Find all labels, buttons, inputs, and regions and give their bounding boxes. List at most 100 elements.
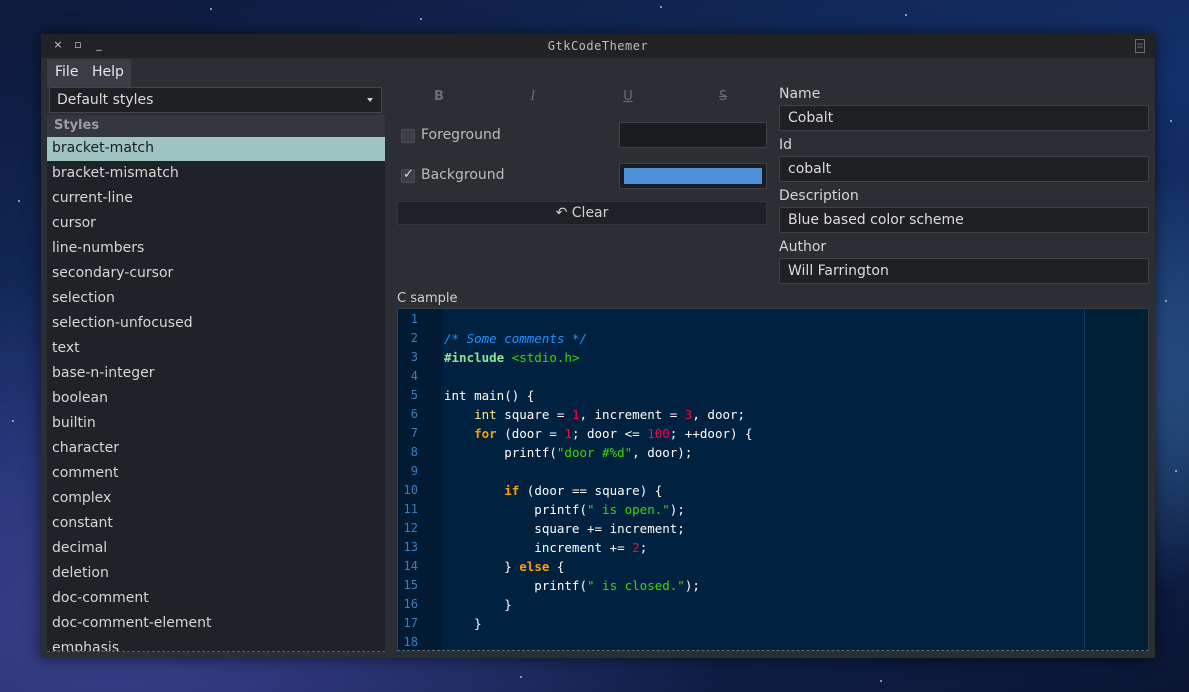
star bbox=[660, 6, 662, 8]
background-label: Background bbox=[421, 167, 505, 183]
background-color-button[interactable] bbox=[619, 163, 767, 189]
style-list-item-label: current-line bbox=[52, 190, 133, 206]
style-list-item[interactable]: decimal bbox=[47, 537, 385, 561]
styles-list: Styles bracket-match bracket-mismatch curr… bbox=[47, 115, 385, 652]
code-line: int main() { bbox=[444, 388, 534, 403]
style-list-item-label: emphasis bbox=[52, 640, 120, 652]
code-token: for bbox=[474, 426, 497, 441]
code-token: increment += bbox=[444, 540, 633, 555]
code-sample-editor[interactable]: 1 2 3 4 5 6 7 8 9 10 11 12 13 14 15 16 17 18 /* Some comm… bbox=[397, 308, 1149, 651]
code-line: printf("door #%d", door); bbox=[444, 445, 692, 460]
style-list-item[interactable]: selection bbox=[47, 287, 385, 311]
strikethrough-button[interactable]: S bbox=[713, 89, 733, 107]
style-list-item[interactable]: selection-unfocused bbox=[47, 312, 385, 336]
style-list-item[interactable]: base-n-integer bbox=[47, 362, 385, 386]
app-menu-icon[interactable] bbox=[1135, 39, 1145, 53]
style-list-item[interactable]: comment bbox=[47, 462, 385, 486]
code-token: else bbox=[519, 559, 550, 574]
code-token: } bbox=[444, 597, 512, 612]
style-list-item[interactable]: character bbox=[47, 437, 385, 461]
foreground-color-button[interactable] bbox=[619, 122, 767, 148]
code-line: } bbox=[444, 597, 512, 612]
code-token: } bbox=[444, 616, 482, 631]
style-list-item-label: builtin bbox=[52, 415, 96, 431]
style-list-item[interactable]: deletion bbox=[47, 562, 385, 586]
style-list-item[interactable]: text bbox=[47, 337, 385, 361]
author-field[interactable] bbox=[779, 258, 1149, 284]
id-input[interactable] bbox=[780, 157, 1148, 181]
code-token: #include bbox=[444, 350, 512, 365]
background-checkbox[interactable]: ✓ bbox=[401, 167, 415, 183]
italic-button[interactable]: I bbox=[523, 89, 543, 107]
style-list-item-label: boolean bbox=[52, 390, 108, 406]
code-token: main() { bbox=[466, 388, 535, 403]
title-bar: × ▫ _ GtkCodeThemer bbox=[41, 34, 1155, 58]
author-label: Author bbox=[779, 239, 827, 255]
line-number: 13 bbox=[403, 540, 418, 554]
style-list-item-label: line-numbers bbox=[52, 240, 145, 256]
id-field[interactable] bbox=[779, 156, 1149, 182]
style-list-item-label: decimal bbox=[52, 540, 108, 556]
style-list-item-label: bracket-match bbox=[52, 140, 154, 156]
style-list-item[interactable]: current-line bbox=[47, 187, 385, 211]
style-list-item-label: bracket-mismatch bbox=[52, 165, 179, 181]
author-input[interactable] bbox=[780, 259, 1148, 283]
code-token: 100 bbox=[647, 426, 670, 441]
code-token: , door; bbox=[692, 407, 746, 422]
code-line: int square = 1, increment = 3, door; bbox=[444, 407, 745, 422]
style-list-item-label: doc-comment-element bbox=[52, 615, 212, 631]
code-token: "door #%d" bbox=[556, 445, 633, 460]
clear-button-label: Clear bbox=[571, 205, 609, 221]
menu-bar: File Help bbox=[47, 59, 131, 87]
sample-label: C sample bbox=[397, 291, 458, 306]
style-list-item[interactable]: builtin bbox=[47, 412, 385, 436]
style-list-item[interactable]: bracket-mismatch bbox=[47, 162, 385, 186]
style-list-item[interactable]: doc-comment-element bbox=[47, 612, 385, 636]
name-field[interactable] bbox=[779, 105, 1149, 131]
menu-help[interactable]: Help bbox=[92, 64, 124, 80]
code-token: square = bbox=[496, 407, 572, 422]
menu-file[interactable]: File bbox=[55, 64, 78, 80]
code-line: } else { bbox=[444, 559, 564, 574]
line-number: 4 bbox=[410, 369, 418, 383]
code-token: 2 bbox=[632, 540, 640, 555]
style-list-item-label: doc-comment bbox=[52, 590, 149, 606]
line-number: 10 bbox=[403, 483, 418, 497]
code-line: for (door = 1; door <= 100; ++door) { bbox=[444, 426, 752, 441]
app-window: × ▫ _ GtkCodeThemer File Help Default st… bbox=[41, 34, 1155, 658]
clear-button[interactable]: ↶ Clear bbox=[397, 201, 767, 225]
style-list-item-label: character bbox=[52, 440, 120, 456]
code-token: " is open." bbox=[587, 502, 670, 517]
style-list-item[interactable]: doc-comment bbox=[47, 587, 385, 611]
style-list-item-label: comment bbox=[52, 465, 119, 481]
line-number: 9 bbox=[410, 464, 418, 478]
code-line: #include <stdio.h> bbox=[444, 350, 579, 365]
line-number: 11 bbox=[403, 502, 418, 516]
description-field[interactable] bbox=[779, 207, 1149, 233]
star bbox=[18, 200, 20, 202]
style-list-item[interactable]: line-numbers bbox=[47, 237, 385, 261]
bold-button[interactable]: B bbox=[429, 89, 449, 107]
style-scheme-dropdown[interactable]: Default styles bbox=[49, 87, 382, 113]
code-token: (door == square) { bbox=[519, 483, 663, 498]
star bbox=[210, 8, 212, 10]
style-list-item[interactable]: emphasis bbox=[47, 637, 385, 652]
name-input[interactable] bbox=[780, 106, 1148, 130]
underline-button[interactable]: U bbox=[618, 89, 638, 107]
description-input[interactable] bbox=[780, 208, 1148, 232]
style-list-item[interactable]: bracket-match bbox=[47, 137, 385, 161]
code-token: int bbox=[474, 407, 497, 422]
style-list-item[interactable]: cursor bbox=[47, 212, 385, 236]
star bbox=[880, 680, 882, 682]
style-list-item[interactable]: complex bbox=[47, 487, 385, 511]
foreground-checkbox[interactable] bbox=[401, 129, 415, 143]
style-list-item[interactable]: secondary-cursor bbox=[47, 262, 385, 286]
style-list-item[interactable]: constant bbox=[47, 512, 385, 536]
star bbox=[1165, 300, 1167, 302]
style-list-item-label: text bbox=[52, 340, 80, 356]
code-token: , increment = bbox=[579, 407, 685, 422]
checkmark-icon: ✓ bbox=[403, 167, 414, 182]
style-list-item[interactable]: boolean bbox=[47, 387, 385, 411]
